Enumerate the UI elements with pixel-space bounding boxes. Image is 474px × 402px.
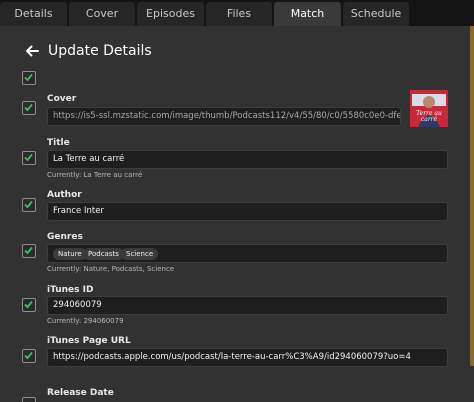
itunes-id-checkbox[interactable] <box>22 298 36 312</box>
itunes-page-url-label: iTunes Page URL <box>47 336 131 346</box>
tab-details[interactable]: Details <box>0 2 68 26</box>
checkmark-icon <box>24 153 33 162</box>
title-label: Title <box>47 138 70 148</box>
itunes-page-url-checkbox[interactable] <box>22 349 36 363</box>
match-panel: Update Details Cover https://is5-ssl.mzs… <box>0 26 474 402</box>
scrollbar[interactable] <box>470 26 474 366</box>
cover-checkbox[interactable] <box>22 101 36 115</box>
title-current-value: Currently: La Terre au carré <box>47 171 143 179</box>
title-field[interactable]: La Terre au carré <box>47 150 448 169</box>
itunes-id-current-value: Currently: 294060079 <box>47 317 124 325</box>
genre-chip[interactable]: Podcasts <box>83 248 124 260</box>
arrow-left-icon <box>26 45 39 57</box>
genres-label: Genres <box>47 232 83 242</box>
genre-chip[interactable]: Science <box>121 248 159 260</box>
cover-thumbnail: Terre au carré <box>410 90 448 127</box>
tab-bar: Details Cover Episodes Files Match Sched… <box>0 0 474 26</box>
author-label: Author <box>47 190 82 200</box>
checkmark-icon <box>24 73 33 82</box>
author-field[interactable]: France Inter <box>47 202 448 221</box>
genre-chip[interactable]: Nature <box>53 248 87 260</box>
cover-thumbnail-text: Terre au carré <box>416 110 442 123</box>
checkmark-icon <box>24 103 33 112</box>
tab-schedule[interactable]: Schedule <box>343 2 410 26</box>
cover-label: Cover <box>47 94 77 104</box>
itunes-id-label: iTunes ID <box>47 285 94 295</box>
checkmark-icon <box>24 300 33 309</box>
genres-checkbox[interactable] <box>22 244 36 258</box>
release-date-label: Release Date <box>47 388 114 398</box>
itunes-page-url-field[interactable]: https://podcasts.apple.com/us/podcast/la… <box>47 348 448 367</box>
tab-episodes[interactable]: Episodes <box>137 2 205 26</box>
page-title: Update Details <box>48 43 152 59</box>
tab-match[interactable]: Match <box>274 2 342 26</box>
genres-current-value: Currently: Nature, Podcasts, Science <box>47 265 175 273</box>
checkmark-icon <box>24 351 33 360</box>
title-checkbox[interactable] <box>22 151 36 165</box>
checkmark-icon <box>24 200 33 209</box>
itunes-id-field[interactable]: 294060079 <box>47 296 448 315</box>
tab-files[interactable]: Files <box>206 2 273 26</box>
back-button[interactable] <box>23 42 41 60</box>
select-all-checkbox[interactable] <box>22 71 36 85</box>
author-checkbox[interactable] <box>22 198 36 212</box>
checkmark-icon <box>24 246 33 255</box>
tab-cover[interactable]: Cover <box>69 2 136 26</box>
genres-field[interactable]: Nature Podcasts Science <box>47 244 448 263</box>
release-date-checkbox[interactable] <box>22 397 36 402</box>
cover-url-field[interactable]: https://is5-ssl.mzstatic.com/image/thumb… <box>47 107 401 126</box>
